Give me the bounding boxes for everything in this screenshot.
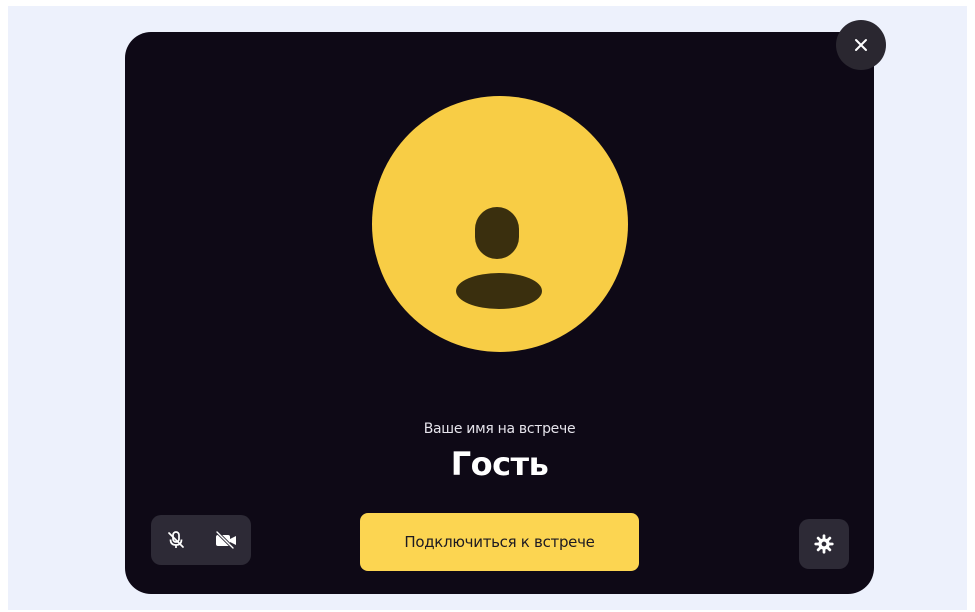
guest-name: Гость [450,445,549,483]
join-meeting-button[interactable]: Подключиться к встрече [360,513,639,571]
user-icon [456,207,542,309]
camera-toggle-button[interactable] [201,515,251,565]
gear-icon [814,534,834,554]
join-meeting-dialog: Ваше имя на встрече Гость Подключиться к… [125,32,874,594]
close-button[interactable] [836,20,886,70]
name-caption: Ваше имя на встрече [423,421,576,437]
avatar [372,96,628,352]
microphone-toggle-button[interactable] [151,515,201,565]
media-controls [151,515,251,565]
close-icon [855,39,867,51]
settings-button[interactable] [799,519,849,569]
microphone-off-icon [168,531,184,548]
camera-off-icon [215,530,236,550]
